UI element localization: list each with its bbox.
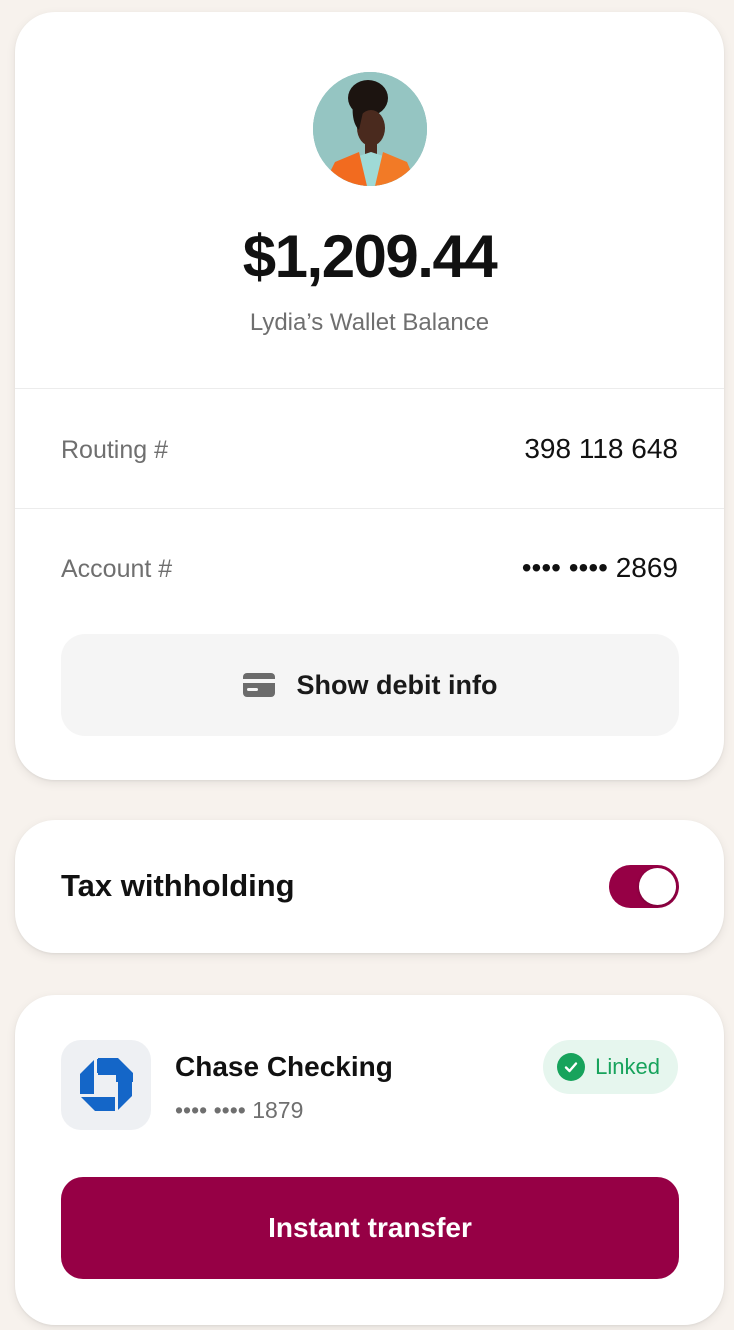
credit-card-icon [242,673,275,697]
instant-transfer-button[interactable]: Instant transfer [61,1177,679,1279]
show-debit-info-button[interactable]: Show debit info [61,634,679,736]
show-debit-info-label: Show debit info [296,669,498,700]
chase-logo-icon [61,1040,151,1130]
divider [15,508,724,509]
toggle-knob [639,868,676,905]
avatar [313,72,427,186]
wallet-balance-amount: $1,209.44 [242,223,498,290]
account-number-value[interactable]: •••• •••• 2869 [522,552,678,584]
divider [15,388,724,389]
tax-withholding-label: Tax withholding [61,868,295,903]
bank-account-number: •••• •••• 1879 [175,1097,304,1123]
check-circle-icon [557,1053,586,1081]
linked-status-label: Linked [595,1054,660,1079]
routing-number-label: Routing # [61,436,169,464]
tax-withholding-toggle[interactable] [609,865,679,908]
linked-status-badge: Linked [543,1040,678,1094]
bank-account-name: Chase Checking [175,1051,393,1082]
wallet-balance-label: Lydia’s Wallet Balance [249,309,490,336]
tax-withholding-card: Tax withholding [15,820,724,953]
account-number-label: Account # [61,555,173,583]
linked-bank-card: Chase Checking •••• •••• 1879 Linked Ins… [15,995,724,1325]
wallet-card: $1,209.44 Lydia’s Wallet Balance Routing… [15,12,724,780]
routing-number-value[interactable]: 398 118 648 [524,433,678,465]
